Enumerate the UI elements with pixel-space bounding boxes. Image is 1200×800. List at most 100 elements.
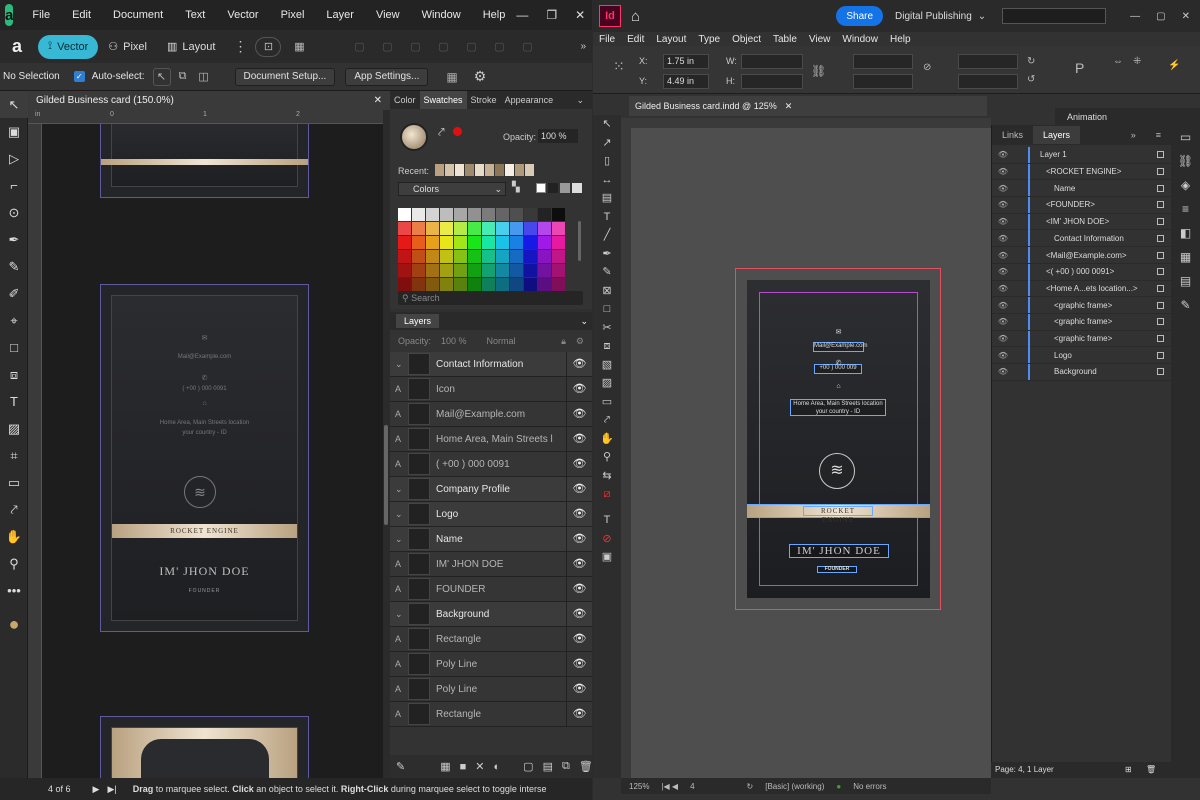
align-icon[interactable]: ▢ <box>349 37 369 57</box>
grid-icon[interactable]: ▦ <box>289 37 309 57</box>
pages-icon[interactable]: ▭ <box>1171 125 1200 149</box>
new-layer-icon[interactable]: ✎ <box>396 760 405 773</box>
swatch-cell[interactable] <box>440 208 453 221</box>
layer-target-icon[interactable] <box>1157 168 1164 176</box>
scale-x-field[interactable] <box>853 54 913 69</box>
move-tool-icon[interactable]: ↖ <box>0 91 28 118</box>
prev-page-icon[interactable]: ▶ <box>93 784 100 795</box>
tab-swatches[interactable]: Swatches <box>419 91 467 109</box>
tab-appearance[interactable]: Appearance <box>501 95 558 105</box>
mask-icon[interactable]: ▦ <box>440 760 450 773</box>
blend-mode-select[interactable]: Normal <box>487 336 516 346</box>
menu-edit[interactable]: Edit <box>72 9 91 21</box>
swatch-cell[interactable] <box>552 208 565 221</box>
eye-icon[interactable]: 👁︎ <box>566 552 592 576</box>
persona-vector-button[interactable]: ⟟ Vector <box>38 34 99 59</box>
line-tool-icon[interactable]: ╱ <box>593 226 621 245</box>
select-layer-icon[interactable]: ◫ <box>195 68 213 86</box>
layer-row[interactable]: A Home Area, Main Streets l 👁︎ <box>390 427 592 452</box>
layer-row[interactable]: A IM' JHON DOE 👁︎ <box>390 552 592 577</box>
eye-icon[interactable]: 👁︎ <box>992 217 1014 226</box>
swatch-cell[interactable] <box>510 278 523 291</box>
layer-settings-icon[interactable]: ⚙ <box>576 336 584 347</box>
id-pasteboard[interactable]: ✉ Mail@Example.com ✆ +00 ) 000 009 ⌂ Hom… <box>631 128 991 778</box>
preflight-profile[interactable]: [Basic] (working) <box>765 782 824 791</box>
swatch-scrollbar[interactable] <box>578 221 581 261</box>
layer-target-icon[interactable] <box>1157 368 1164 376</box>
screen-mode-icon[interactable]: ▣ <box>593 548 621 567</box>
swatch-cell[interactable] <box>482 250 495 263</box>
id-mail-frame[interactable]: Mail@Example.com <box>813 342 867 352</box>
chevron-right-icon[interactable]: » <box>580 41 586 52</box>
hand-tool-icon[interactable]: ✋ <box>593 430 621 449</box>
transform-icon[interactable]: ▢ <box>489 37 509 57</box>
swatch-cell[interactable] <box>468 208 481 221</box>
constrain-link-icon[interactable]: ⛓ <box>811 64 826 78</box>
layer-target-icon[interactable] <box>1157 284 1164 292</box>
palette-select[interactable]: Colors ⌄ <box>398 182 506 196</box>
tab-links[interactable]: Links <box>992 126 1033 144</box>
swatch-cell[interactable] <box>552 278 565 291</box>
eye-icon[interactable]: 👁︎ <box>992 184 1014 193</box>
direct-selection-icon[interactable]: ↗ <box>593 134 621 153</box>
canvas-scrollbar[interactable] <box>383 110 390 778</box>
artboard-tool-icon[interactable]: ▣ <box>0 118 28 145</box>
reference-point-icon[interactable]: ⁙ <box>613 58 625 75</box>
layer-row[interactable]: ⌄ Name 👁︎ <box>390 527 592 552</box>
w-field[interactable] <box>741 54 803 69</box>
layer-row[interactable]: A Poly Line 👁︎ <box>390 677 592 702</box>
content-collector-icon[interactable]: ▤ <box>593 189 621 208</box>
close-tab-icon[interactable]: ✕ <box>374 95 382 106</box>
rotate-ccw-icon[interactable]: ↺ <box>1027 74 1035 85</box>
menu-text[interactable]: Text <box>185 9 205 21</box>
eye-icon[interactable]: 👁︎ <box>992 367 1014 376</box>
rotate-field[interactable] <box>958 54 1018 69</box>
maximize-icon[interactable]: ▢ <box>1156 11 1165 22</box>
swatch-cell[interactable] <box>524 250 537 263</box>
eye-icon[interactable]: 👁︎ <box>992 334 1014 343</box>
layer-row[interactable]: ⌄ Company Profile 👁︎ <box>390 477 592 502</box>
swatch-cell[interactable] <box>496 208 509 221</box>
layer-target-icon[interactable] <box>1157 335 1164 343</box>
swatch-cell[interactable] <box>496 250 509 263</box>
id-menu-view[interactable]: View <box>809 34 831 45</box>
id-layer-row[interactable]: 👁︎ Name <box>992 180 1172 198</box>
artboard-bottom[interactable] <box>100 716 309 778</box>
swatch-grid[interactable] <box>398 208 565 291</box>
swatch-cell[interactable] <box>468 264 481 277</box>
autoselect-checkbox[interactable]: ✓ <box>73 71 85 82</box>
expand-chevron-icon[interactable]: ⌄ <box>395 609 403 620</box>
swatch-cell[interactable] <box>538 250 551 263</box>
recent-swatches[interactable] <box>435 164 534 176</box>
swatch-cell[interactable] <box>510 264 523 277</box>
expand-chevron-icon[interactable]: ⌄ <box>395 359 403 370</box>
swatch-cell[interactable] <box>398 278 411 291</box>
swatch-cell[interactable] <box>398 236 411 249</box>
eye-icon[interactable]: 👁︎ <box>992 251 1014 260</box>
zoom-tool-icon[interactable]: ⚲ <box>593 448 621 467</box>
cc-libraries-icon[interactable]: ▤ <box>1171 269 1200 293</box>
grid-settings-icon[interactable]: ▦ <box>446 70 457 84</box>
persona-pixel-button[interactable]: ⚇ Pixel <box>98 35 157 59</box>
select-mode-icon[interactable]: ↖ <box>152 67 171 86</box>
swatch-cell[interactable] <box>552 264 565 277</box>
rotate-cw-icon[interactable]: ↻ <box>1027 56 1035 67</box>
id-menu-file[interactable]: File <box>599 34 615 45</box>
gap-tool-icon[interactable]: ↔ <box>593 171 621 190</box>
swatch-cell[interactable] <box>538 208 551 221</box>
boolean-subtract-icon[interactable]: ▢ <box>433 37 453 57</box>
node-tool-icon[interactable]: ▷ <box>0 145 28 172</box>
opacity-input[interactable]: 100 % <box>538 129 578 143</box>
id-document-tab[interactable]: Gilded Business card.indd @ 125% ✕ <box>629 96 987 116</box>
swatch-cell[interactable] <box>426 278 439 291</box>
properties-icon[interactable]: ✎ <box>1171 293 1200 317</box>
id-layer-row[interactable]: 👁︎ <FOUNDER> <box>992 196 1172 214</box>
eye-icon[interactable]: 👁︎ <box>566 577 592 601</box>
id-layer-row[interactable]: 👁︎ Logo <box>992 347 1172 365</box>
swatch-cell[interactable] <box>398 250 411 263</box>
swatch-cell[interactable] <box>496 236 509 249</box>
image-tool-icon[interactable]: ▨ <box>0 415 28 442</box>
layer-row[interactable]: A ( +00 ) 000 0091 👁︎ <box>390 452 592 477</box>
artboard-top[interactable] <box>100 124 309 198</box>
pencil-tool-icon[interactable]: ✎ <box>593 263 621 282</box>
